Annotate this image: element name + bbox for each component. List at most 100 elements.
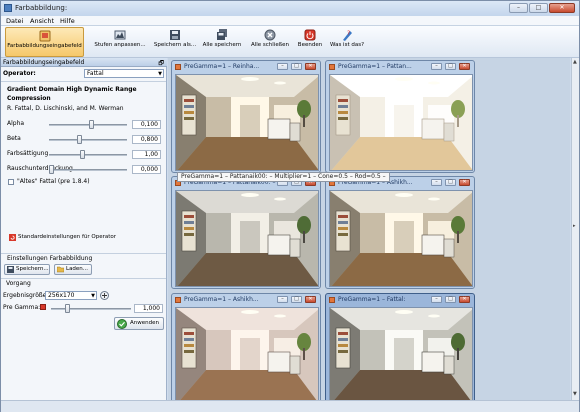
param-value[interactable]: 0,100 — [132, 120, 161, 129]
tonemapped-photo — [176, 191, 318, 286]
scroll-up-icon[interactable]: ▲ — [573, 59, 577, 65]
tonemapped-photo — [330, 75, 472, 170]
panel-float-icon[interactable]: 🗗 — [158, 59, 164, 68]
operator-select[interactable]: Fattal ▼ — [84, 69, 164, 78]
image-minimize-button[interactable]: – — [431, 296, 442, 303]
param-value[interactable]: 0,000 — [132, 165, 161, 174]
settings-load-label: Laden... — [66, 266, 89, 272]
image-viewport[interactable] — [175, 74, 319, 171]
divider — [1, 278, 166, 279]
image-window[interactable]: PreGamma=1 – Reinha... – □ ✕ — [171, 60, 321, 173]
result-size-label: Ergebnisgröße: — [3, 292, 49, 299]
image-maximize-button[interactable]: □ — [291, 63, 302, 70]
image-maximize-button[interactable]: □ — [291, 296, 302, 303]
image-close-button[interactable]: ✕ — [459, 179, 470, 186]
image-maximize-button[interactable]: □ — [445, 63, 456, 70]
pregamma-value[interactable]: 1,000 — [134, 304, 163, 313]
image-close-button[interactable]: ✕ — [305, 296, 316, 303]
settings-load-button[interactable]: Laden... — [54, 264, 92, 275]
image-window-titlebar[interactable]: PreGamma=1 – Pattan... – □ ✕ — [326, 61, 474, 73]
param-label: Beta — [7, 135, 21, 142]
image-viewport[interactable] — [175, 307, 319, 404]
image-window[interactable]: PreGamma=1 – Ashikh... – □ ✕ — [325, 176, 475, 289]
image-close-button[interactable]: ✕ — [459, 63, 470, 70]
image-minimize-button[interactable]: – — [277, 296, 288, 303]
image-window[interactable]: PreGamma=1 – Ashikh... – □ ✕ — [171, 293, 321, 406]
image-window[interactable]: PreGamma=1 – Pattan... – □ ✕ — [325, 60, 475, 173]
scroll-thumb-icon[interactable]: ▸ — [573, 223, 576, 229]
param-slider-track — [49, 154, 127, 156]
menu-bar: Datei Ansicht Hilfe — [1, 16, 579, 26]
quit-button[interactable]: Beenden — [295, 27, 325, 57]
image-minimize-button[interactable]: – — [431, 179, 442, 186]
save-all-label: Alle speichern — [202, 42, 242, 48]
scroll-down-icon[interactable]: ▼ — [573, 391, 577, 397]
app-window: Farbabbildung: – □ ✕ Datei Ansicht Hilfe… — [0, 0, 580, 412]
title-bar: Farbabbildung: – □ ✕ — [1, 1, 579, 16]
param-slider-track — [49, 169, 127, 171]
levels-button[interactable]: Stufen anpassen... — [89, 27, 151, 57]
old-fattal-checkbox[interactable] — [8, 179, 14, 185]
param-slider-thumb[interactable] — [89, 120, 95, 129]
image-minimize-button[interactable]: – — [277, 63, 288, 70]
algorithm-title-2: Compression — [7, 95, 51, 102]
window-title: Farbabbildung: — [15, 4, 68, 12]
image-window-titlebar[interactable]: PreGamma=1 – Fattal: – □ ✕ — [326, 294, 474, 306]
settings-save-label: Speichern... — [16, 266, 49, 272]
image-maximize-button[interactable]: □ — [445, 179, 456, 186]
save-all-button[interactable]: Alle speichern — [200, 27, 244, 57]
panel-toggle-label: Farbabbildungseingabefeld — [7, 43, 82, 49]
image-maximize-button[interactable]: □ — [445, 296, 456, 303]
image-window-titlebar[interactable]: PreGamma=1 – Ashikh... – □ ✕ — [172, 294, 320, 306]
image-window-icon — [329, 297, 335, 303]
app-icon — [4, 4, 12, 12]
settings-label: Einstellungen Farbabbildung — [7, 255, 93, 262]
reset-defaults-button[interactable]: Standardeinstellungen für Operator — [7, 233, 125, 244]
panel-toggle-button[interactable]: Farbabbildungseingabefeld — [5, 27, 84, 57]
param-slider-thumb[interactable] — [49, 165, 54, 174]
image-window[interactable]: PreGamma=1 – Fattal: – □ ✕ — [325, 293, 475, 406]
pregamma-reset-icon[interactable] — [40, 304, 46, 310]
image-close-button[interactable]: ✕ — [305, 63, 316, 70]
operator-label: Operator: — [3, 70, 36, 77]
image-viewport[interactable] — [175, 190, 319, 287]
param-slider-thumb[interactable] — [79, 150, 85, 159]
whats-this-label: Was ist das? — [329, 42, 364, 48]
apply-button[interactable]: Anwenden — [114, 317, 164, 330]
param-label: Farbsättigung — [7, 150, 49, 157]
image-window-titlebar[interactable]: PreGamma=1 – Reinha... – □ ✕ — [172, 61, 320, 73]
settings-save-button[interactable]: Speichern... — [4, 264, 50, 275]
tonemapped-photo — [176, 308, 318, 403]
minimize-button[interactable]: – — [509, 3, 528, 13]
help-icon: ? — [343, 30, 352, 41]
menu-hilfe[interactable]: Hilfe — [60, 17, 75, 25]
image-viewport[interactable] — [329, 307, 473, 404]
image-minimize-button[interactable]: – — [431, 63, 442, 70]
add-size-icon[interactable] — [100, 291, 109, 300]
divider — [1, 253, 166, 254]
tonemapped-photo — [330, 308, 472, 403]
close-all-button[interactable]: Alle schließen — [249, 27, 291, 57]
whats-this-button[interactable]: ? Was ist das? — [328, 27, 366, 57]
param-value[interactable]: 0,800 — [132, 135, 161, 144]
image-window[interactable]: PreGamma=1 – Pattanaik00: – Multiplier=1… — [171, 176, 321, 289]
image-close-button[interactable]: ✕ — [459, 296, 470, 303]
levels-icon — [114, 30, 126, 40]
close-button[interactable]: ✕ — [549, 3, 575, 13]
result-size-select[interactable]: 256x170 ▼ — [45, 291, 97, 300]
param-value[interactable]: 1,00 — [132, 150, 161, 159]
pregamma-slider-thumb[interactable] — [64, 304, 70, 313]
menu-ansicht[interactable]: Ansicht — [30, 17, 54, 25]
param-slider-track — [49, 139, 127, 141]
image-viewport[interactable] — [329, 190, 473, 287]
tonemapped-photo — [176, 75, 318, 170]
image-viewport[interactable] — [329, 74, 473, 171]
maximize-button[interactable]: □ — [529, 3, 548, 13]
panel-title-text: Farbabbildungseingabefeld — [3, 59, 85, 66]
param-slider-thumb[interactable] — [76, 135, 82, 144]
reset-defaults-label: Standardeinstellungen für Operator — [18, 234, 117, 240]
save-as-button[interactable]: Speichern als... — [153, 27, 197, 57]
result-size-value: 256x170 — [48, 292, 75, 299]
menu-datei[interactable]: Datei — [6, 17, 23, 25]
vertical-scrollbar[interactable]: ▲ ▸ ▼ — [571, 58, 579, 400]
